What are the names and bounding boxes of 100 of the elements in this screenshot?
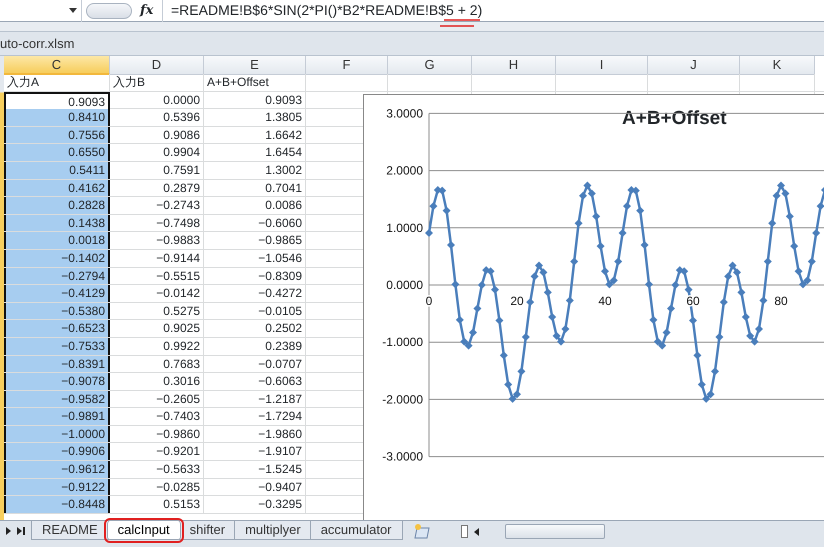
table-cell: 0.6550 [4,144,110,161]
table-cell: −1.0000 [4,426,110,442]
sheet-tab[interactable]: README [31,521,109,540]
column-header[interactable]: K [740,56,815,75]
data-point [667,304,675,312]
table-cell: −0.9582 [4,390,110,408]
table-cell: 0.4162 [4,180,110,196]
data-point [728,262,737,270]
x-axis-label: 40 [598,294,612,308]
next-sheet-icon [6,527,11,535]
sheet-tab[interactable]: accumulator [310,521,403,540]
data-point [478,281,486,289]
formula-bar-handle[interactable] [86,2,132,18]
data-point [500,351,508,360]
new-sheet-icon [412,523,431,539]
table-cell: 入力B [110,74,204,91]
sheet-tab[interactable]: multiplyer [234,521,312,540]
data-point [737,288,746,296]
data-point [768,219,776,228]
table-cell: −0.9860 [110,426,204,442]
table-cell: 0.0086 [204,197,306,214]
table-cell: 0.9904 [110,144,204,161]
x-axis-label: 20 [510,294,524,308]
data-point [451,280,460,288]
table-cell: −0.2794 [4,268,110,284]
data-point [720,298,728,306]
y-axis-label: 2.0000 [386,164,423,178]
table-cell: −0.0285 [110,478,204,496]
data-point [447,240,455,249]
split-handle[interactable] [460,525,468,538]
scroll-left-icon [474,528,479,536]
table-cell: −0.0105 [204,302,306,320]
data-point [759,296,768,304]
table-cell: −0.5633 [110,461,204,478]
table-cell: 0.5396 [110,109,204,126]
table-cell: −0.4272 [204,285,306,302]
table-cell: −0.0707 [204,356,306,372]
column-header[interactable]: C [4,56,110,75]
y-axis-label: -2.0000 [382,392,423,406]
table-cell: −1.7294 [204,408,306,425]
y-axis-label: 1.0000 [386,220,423,235]
data-point [821,186,824,194]
table-cell: −0.1402 [4,250,110,267]
sheet-tab[interactable]: calcInput [106,521,181,540]
data-point [566,296,574,304]
data-point [456,316,464,324]
table-cell: 0.0018 [4,232,110,249]
table-cell: 0.8410 [4,109,110,126]
y-axis-label: -1.0000 [382,335,423,350]
scrollbar-thumb[interactable] [504,524,605,539]
y-axis-label: 3.0000 [386,106,423,120]
table-cell: −0.6060 [204,214,306,232]
column-header[interactable]: J [648,56,740,75]
insert-function-button[interactable]: fx [140,0,162,20]
table-cell: −0.6063 [204,373,306,390]
table-cell: −0.7498 [110,214,204,232]
data-point [574,219,583,228]
column-header[interactable]: E [204,56,306,75]
data-point [508,394,517,403]
table-cell: −0.5515 [110,268,204,284]
table-cell: 0.2879 [110,180,204,196]
column-header[interactable]: D [110,56,204,75]
column-header[interactable]: H [472,56,556,75]
data-point [438,186,446,195]
table-cell: 0.7591 [110,162,204,179]
data-point [530,272,539,280]
data-point [464,342,473,350]
column-header[interactable]: F [306,56,388,75]
data-point [746,332,754,340]
column-header[interactable]: I [556,56,648,75]
table-cell: 0.3016 [110,373,204,390]
column-header[interactable]: G [388,56,472,75]
table-cell: −0.9891 [4,408,110,425]
workbook-title: uto-corr.xlsm [0,34,74,53]
data-point [812,228,820,237]
table-cell: A+B+Offset [204,74,306,91]
data-point [552,332,561,340]
table-cell: −0.4129 [4,285,110,302]
data-point [689,316,697,324]
data-point [693,351,702,360]
table-cell: −1.5245 [204,461,306,478]
table-cell: −1.2187 [204,390,306,408]
row-header-strip[interactable] [0,74,4,520]
data-point [671,281,680,289]
table-cell: −1.9860 [204,426,306,442]
data-point [517,367,526,376]
table-cell: 0.7683 [110,356,204,372]
table-cell: 0.7041 [204,180,306,196]
table-cell: 1.3002 [204,162,306,179]
table-cell: −0.9122 [4,478,110,496]
table-cell: 0.2828 [4,197,110,214]
data-point [429,202,438,210]
table-cell: −0.9201 [110,443,204,460]
table-cell: −0.7403 [110,408,204,425]
table-cell: 入力A [4,74,110,91]
data-point [425,228,433,237]
data-point [772,192,781,200]
data-point [632,186,640,195]
table-cell: 1.3805 [204,109,306,126]
data-point [491,286,499,294]
